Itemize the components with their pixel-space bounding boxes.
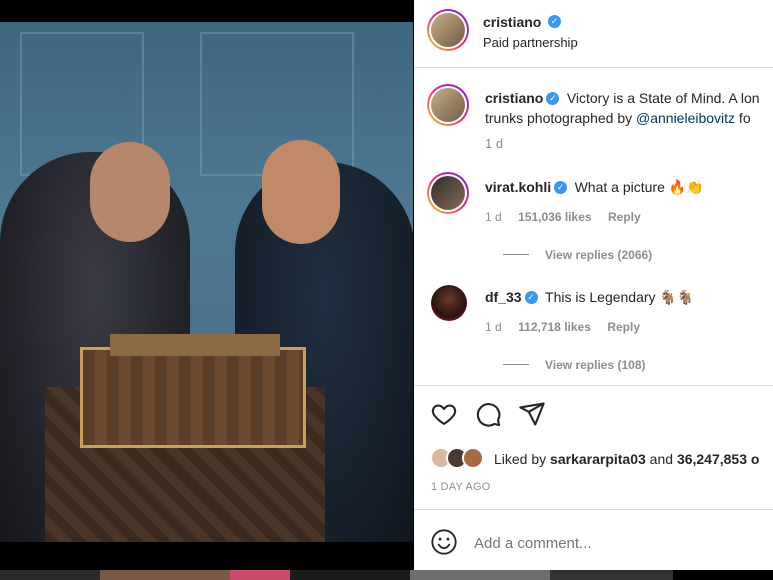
comment-text: This is Legendary 🐐🐐 [545,289,695,305]
verified-icon: ✓ [548,15,561,28]
comment-username[interactable]: df_33 [485,289,522,305]
verified-icon: ✓ [546,92,560,106]
emoji-icon[interactable] [430,528,458,556]
mention-link[interactable]: @annieleibovitz [636,110,735,126]
caption-text: Victory is a State of Mind. A lon [566,90,760,106]
view-replies-label: View replies (108) [545,358,646,372]
comment-likes[interactable]: 112,718 likes [518,320,591,334]
post-side-panel: cristiano ✓ Paid partnership cristiano ✓ … [414,0,773,570]
paid-partnership-label[interactable]: Paid partnership [483,35,578,50]
view-replies-button[interactable]: View replies (2066) [503,246,652,264]
comment-input[interactable] [472,530,766,556]
liked-by-text: Liked by sarkararpita03 and 36,247,853 o [494,451,773,469]
divider [414,509,773,510]
comment-likes[interactable]: 151,036 likes [518,210,591,224]
commenter-avatar[interactable] [427,172,469,214]
divider [414,385,773,386]
liked-by-middle: and [645,451,677,467]
chess-board [110,334,280,356]
caption-line-1: cristiano ✓ Victory is a State of Mind. A… [485,90,773,108]
liker-username[interactable]: sarkararpita03 [550,451,646,467]
divider [414,67,773,68]
divider-line [503,254,529,256]
reply-button[interactable]: Reply [607,320,640,334]
caption-username[interactable]: cristiano [485,90,543,106]
post-image[interactable] [0,22,413,542]
comment-icon[interactable] [474,400,502,428]
thumbnail-strip [0,570,773,580]
author-avatar[interactable] [427,9,469,51]
comment: df_33 ✓ This is Legendary 🐐🐐 1 d 112,718 … [414,278,773,378]
reply-button[interactable]: Reply [608,210,641,224]
like-icon[interactable] [430,400,458,428]
comment-meta: 1 d 112,718 likes Reply [485,318,640,336]
left-head [90,142,170,242]
verified-icon: ✓ [524,291,538,305]
right-head [262,140,340,244]
post-header: cristiano ✓ Paid partnership [414,0,773,66]
comment-time[interactable]: 1 d [485,210,502,224]
divider-line [503,364,529,366]
liked-by-prefix: Liked by [494,451,551,467]
comment-time[interactable]: 1 d [485,320,502,334]
caption-avatar[interactable] [427,84,469,126]
likes-count[interactable]: 36,247,853 o [677,451,760,467]
view-replies-label: View replies (2066) [545,248,653,262]
view-replies-button[interactable]: View replies (108) [503,356,646,374]
caption-text-3: fo [735,110,751,126]
caption-text-2: trunks photographed by [485,110,636,126]
author-username[interactable]: cristiano [483,14,541,30]
comment-line: df_33 ✓ This is Legendary 🐐🐐 [485,289,694,307]
share-icon[interactable] [518,400,546,428]
caption-line-2: trunks photographed by @annieleibovitz f… [485,110,773,128]
post-timestamp[interactable]: 1 DAY AGO [431,481,490,493]
comment-line: virat.kohli ✓ What a picture 🔥👏 [485,179,704,197]
verified-icon: ✓ [554,181,568,195]
liker-avatar[interactable] [462,447,484,469]
liked-by: Liked by sarkararpita03 and 36,247,853 o [414,446,773,474]
commenter-avatar[interactable] [431,285,467,321]
caption: cristiano ✓ Victory is a State of Mind. A… [414,80,773,160]
comment-meta: 1 d 151,036 likes Reply [485,208,641,226]
comment: virat.kohli ✓ What a picture 🔥👏 1 d 151,0… [414,168,773,268]
caption-time[interactable]: 1 d [485,136,503,151]
comment-text: What a picture 🔥👏 [574,179,704,195]
comment-username[interactable]: virat.kohli [485,179,551,195]
add-comment-bar [414,522,773,562]
chess-case [80,347,306,448]
